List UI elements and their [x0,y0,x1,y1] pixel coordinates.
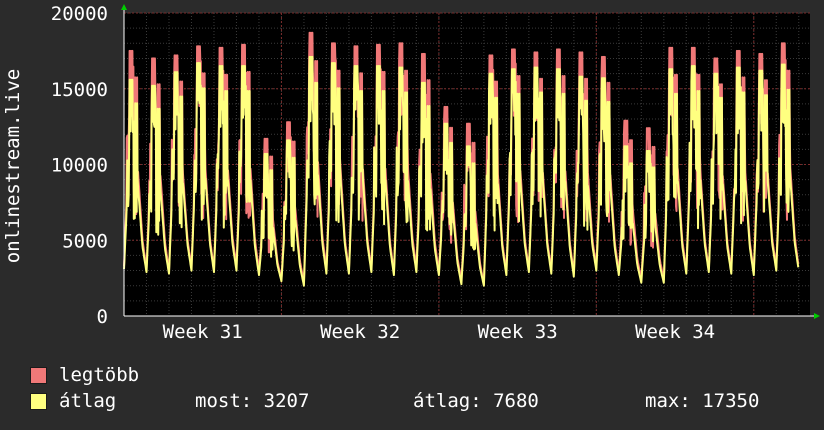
x-tick-label: Week 32 [320,321,400,343]
y-axis-arrow-icon [121,4,127,10]
y-tick-label: 0 [97,306,108,328]
y-tick-label: 5000 [62,230,108,252]
x-tick-label: Week 34 [635,321,715,343]
legend-swatch-avg [30,392,47,410]
legend-label-max: legtöbb [59,364,140,386]
legend-item-avg: átlag most: 3207 átlag: 7680 max: 17350 [30,388,759,414]
legend: legtöbb átlag most: 3207 átlag: 7680 max… [30,362,759,414]
legend-label-avg: átlag [59,390,117,412]
y-tick-label: 20000 [51,3,108,25]
x-tick-label: Week 33 [478,321,558,343]
x-axis-arrow-icon [814,313,820,319]
y-tick-label: 15000 [51,79,108,101]
legend-item-max: legtöbb [30,362,759,388]
stat-max: max: 17350 [645,390,760,412]
y-tick-label: 10000 [51,155,108,177]
y-axis-label: onlinestream.live [2,69,24,263]
stat-average: átlag: 7680 [413,390,539,412]
stat-current: most: 3207 [195,390,310,412]
legend-swatch-max [30,366,47,384]
x-tick-label: Week 31 [163,321,243,343]
